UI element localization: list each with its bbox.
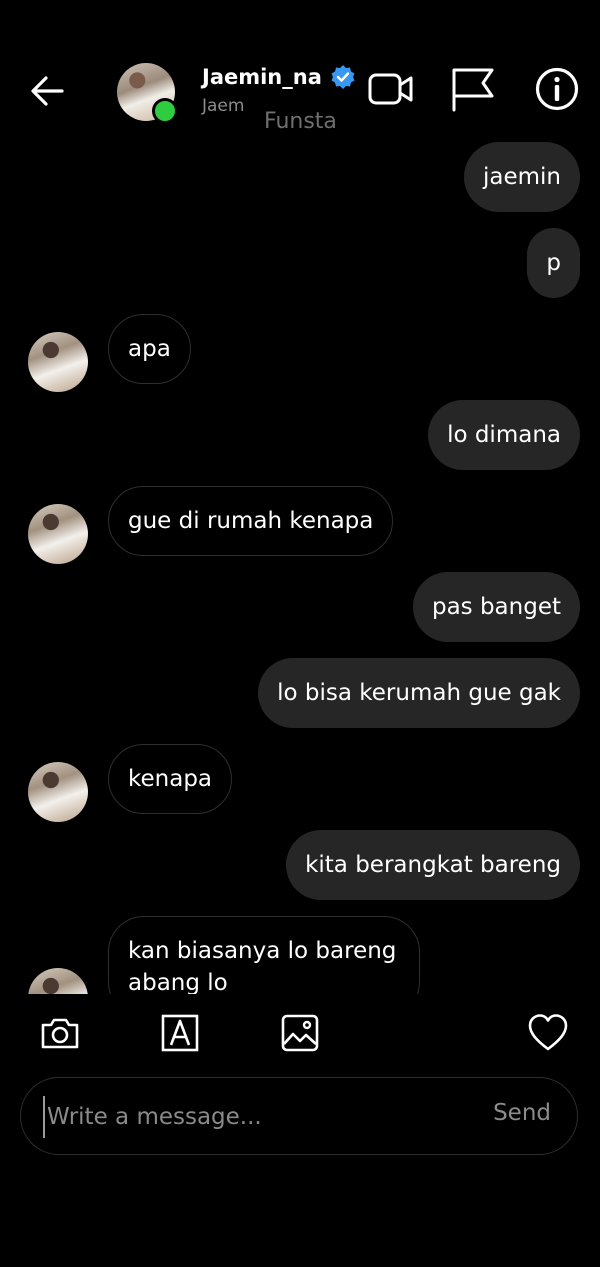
profile-avatar[interactable]: [117, 63, 178, 124]
gallery-image-icon[interactable]: [280, 1013, 320, 1053]
display-name: Jaem: [202, 96, 245, 116]
message-composer: Send: [20, 1077, 578, 1155]
sender-avatar[interactable]: [28, 504, 88, 564]
message-received[interactable]: apa: [108, 314, 191, 384]
dm-screen: Jaemin_na Jaem Funsta jaemin p apa lo di…: [0, 0, 600, 1267]
back-arrow-icon[interactable]: [28, 72, 66, 110]
message-received[interactable]: kenapa: [108, 744, 233, 814]
account-tag: Funsta: [264, 109, 337, 134]
verified-badge-icon: [331, 65, 355, 89]
info-icon[interactable]: [534, 66, 580, 112]
heart-like-icon[interactable]: [528, 1013, 568, 1053]
sender-avatar[interactable]: [28, 762, 88, 822]
message-sent[interactable]: p: [527, 228, 580, 298]
chat-header: Jaemin_na Jaem Funsta: [0, 0, 600, 140]
message-input[interactable]: [43, 1096, 469, 1138]
text-style-icon[interactable]: [160, 1013, 200, 1053]
message-sent[interactable]: lo dimana: [428, 400, 580, 470]
message-received[interactable]: gue di rumah kenapa: [108, 486, 394, 556]
message-sent[interactable]: jaemin: [463, 142, 580, 212]
report-flag-icon[interactable]: [450, 66, 496, 112]
message-toolbar: [0, 995, 600, 1075]
message-sent[interactable]: pas banget: [412, 572, 580, 642]
username-row[interactable]: Jaemin_na: [202, 64, 356, 90]
video-call-icon[interactable]: [368, 66, 414, 112]
camera-icon[interactable]: [40, 1013, 80, 1053]
message-sent[interactable]: kita berangkat bareng: [286, 830, 580, 900]
sender-avatar[interactable]: [28, 968, 88, 994]
message-list[interactable]: jaemin p apa lo dimana gue di rumah kena…: [0, 140, 600, 994]
online-status-dot: [152, 98, 178, 124]
send-button[interactable]: Send: [493, 1100, 551, 1126]
message-received[interactable]: kan biasanya lo bareng abang lo: [108, 916, 420, 994]
message-sent[interactable]: lo bisa kerumah gue gak: [258, 658, 580, 728]
username: Jaemin_na: [202, 65, 322, 89]
sender-avatar[interactable]: [28, 332, 88, 392]
